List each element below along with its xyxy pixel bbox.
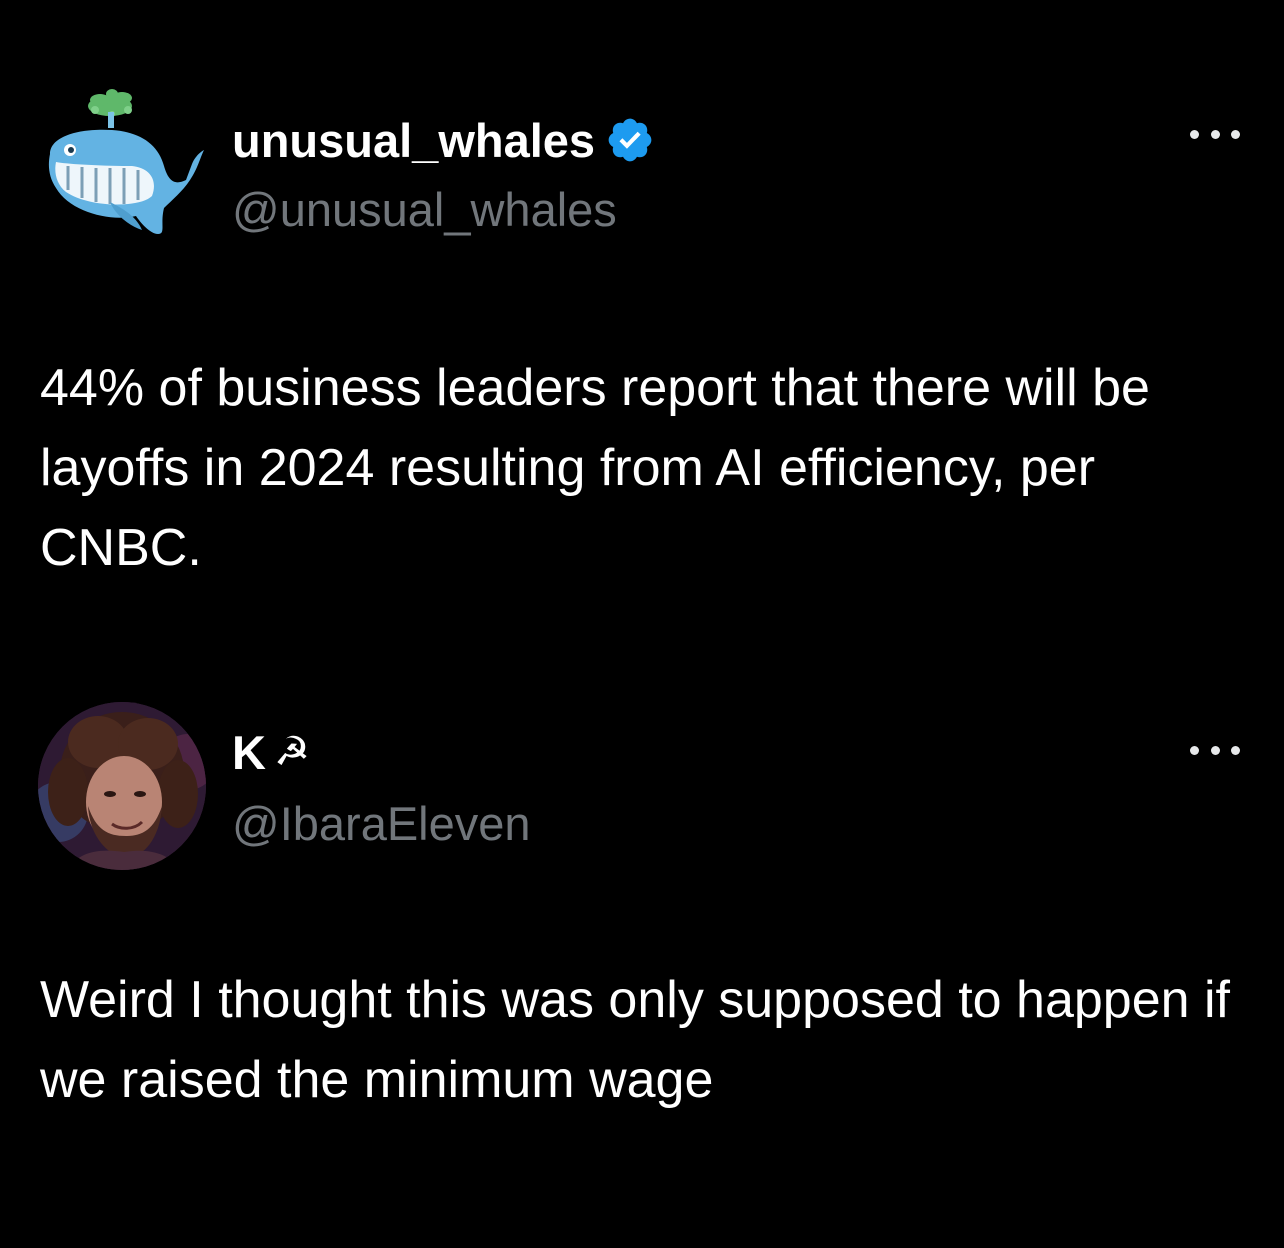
more-options-icon[interactable] [1190, 740, 1240, 760]
handle[interactable]: @IbaraEleven [232, 796, 531, 851]
author-name-row[interactable]: unusual_whales [232, 110, 655, 170]
user-photo-avatar[interactable] [38, 702, 206, 870]
handle[interactable]: @unusual_whales [232, 182, 617, 237]
author-name-row[interactable]: K ☭ [232, 722, 310, 782]
verified-badge-icon [605, 115, 655, 165]
tweet-text: 44% of business leaders report that ther… [40, 359, 1150, 577]
hammer-sickle-icon: ☭ [273, 729, 310, 775]
reply-text: Weird I thought this was only supposed t… [40, 971, 1231, 1109]
more-options-icon[interactable] [1190, 124, 1240, 144]
reply-tweet[interactable]: K ☭ @IbaraEleven Weird I thought this wa… [0, 700, 1284, 1140]
whale-logo-icon[interactable] [40, 84, 205, 248]
display-name[interactable]: unusual_whales [232, 113, 595, 168]
display-name[interactable]: K [232, 725, 266, 780]
tweet[interactable]: unusual_whales @unusual_whales 44% of bu… [0, 84, 1284, 604]
